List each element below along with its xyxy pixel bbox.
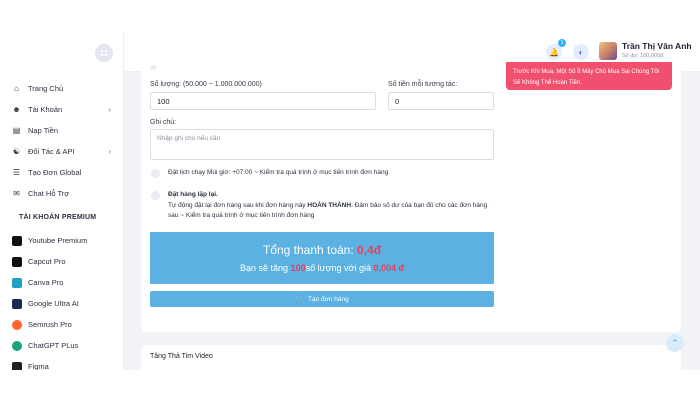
google-ai-icon: [12, 298, 22, 309]
repeat-order-title: Đặt hàng lặp lại.: [168, 191, 218, 198]
refund-warning-notice: Trước Khi Mua, Một Số Ít Máy Chủ Mua Sai…: [506, 62, 672, 90]
sidebar-item-canva-pro[interactable]: Canva Pro: [0, 272, 124, 293]
repeat-order-description: Đặt hàng lặp lại. Tự động đặt lại đơn hà…: [168, 190, 494, 222]
scroll-to-top-icon[interactable]: ⌃: [666, 334, 684, 352]
handshake-icon: ☯: [12, 147, 21, 156]
cart-icon: 🛒: [295, 296, 304, 303]
sidebar-item-topup[interactable]: ▤ Nạp Tiền: [0, 120, 124, 141]
notification-badge: 1: [558, 39, 566, 47]
sidebar-item-label: Trang Chủ: [28, 84, 64, 93]
sidebar-item-global-order[interactable]: ☰ Tạo Đơn Global: [0, 162, 124, 183]
semrush-icon: [12, 319, 22, 330]
user-name[interactable]: Trần Thị Vân Anh: [622, 41, 692, 51]
increase-summary-text: Bạn sẽ tăng 100số lượng với giá 0,004 đ: [240, 263, 404, 273]
price-per-interaction-label: Số tiền mỗi tương tác:: [388, 81, 458, 88]
chatgpt-icon: [12, 340, 22, 351]
sidebar-item-chatgpt-plus[interactable]: ChatGPT PLus: [0, 335, 124, 356]
home-icon: ⌂: [14, 84, 19, 93]
avatar[interactable]: [599, 42, 617, 60]
create-order-button[interactable]: 🛒 Tạo đơn hàng: [150, 291, 494, 307]
radio-top[interactable]: [150, 65, 157, 70]
sidebar-nav: ⌂ Trang Chủ ☻ Tài Khoản › ▤ Nạp Tiền ☯ Đ…: [0, 78, 124, 370]
next-service-card: Tăng Thả Tim Video: [141, 345, 681, 370]
schedule-toggle[interactable]: [151, 169, 160, 178]
figma-icon: [12, 361, 22, 370]
sidebar-item-label: Canva Pro: [28, 278, 64, 287]
sidebar-item-google-ultra-ai[interactable]: Google Ultra AI: [0, 293, 124, 314]
theme-toggle-icon[interactable]: ◐: [573, 44, 589, 60]
chat-icon: ✉: [13, 189, 20, 198]
chevron-right-icon: ›: [108, 105, 111, 114]
premium-section-title: TÀI KHOẢN PREMIUM: [19, 213, 97, 221]
sidebar-item-support-chat[interactable]: ✉ Chat Hỗ Trợ: [0, 183, 124, 204]
repeat-order-toggle[interactable]: [151, 191, 160, 200]
sidebar-item-label: Google Ultra AI: [28, 299, 79, 308]
user-balance: Số dư: 100,000đ: [622, 53, 663, 59]
canva-icon: [12, 277, 22, 288]
youtube-icon: [12, 235, 22, 246]
quantity-label: Số lượng: (50.000 ~ 1.000.000.000): [150, 81, 262, 88]
sidebar-item-semrush-pro[interactable]: Semrush Pro: [0, 314, 124, 335]
total-payment-text: Tổng thanh toán: 0,4đ: [262, 243, 382, 257]
user-icon: ☻: [12, 105, 21, 114]
sidebar-item-label: Semrush Pro: [28, 320, 72, 329]
create-order-label: Tạo đơn hàng: [307, 295, 349, 303]
sidebar-item-capcut-pro[interactable]: Capcut Pro: [0, 251, 124, 272]
note-label: Ghi chú:: [150, 119, 177, 126]
sidebar-item-label: Đối Tác & API: [28, 147, 75, 156]
sidebar-item-home[interactable]: ⌂ Trang Chủ: [0, 78, 124, 99]
payment-summary: Tổng thanh toán: 0,4đ Bạn sẽ tăng 100số …: [150, 232, 494, 284]
sidebar-item-label: Tài Khoản: [28, 105, 63, 114]
sidebar-item-label: Chat Hỗ Trợ: [28, 189, 70, 198]
sidebar-item-label: Capcut Pro: [28, 257, 66, 266]
sidebar-item-label: Youtube Premium: [28, 236, 88, 245]
capcut-icon: [12, 256, 22, 267]
sidebar-item-label: Tạo Đơn Global: [28, 168, 82, 177]
app-frame: 🔔 1 ◐ Trần Thị Vân Anh Số dư: 100,000đ ⌂…: [0, 32, 700, 370]
sidebar: ⌂ Trang Chủ ☻ Tài Khoản › ▤ Nạp Tiền ☯ Đ…: [0, 32, 124, 370]
wallet-icon: ▤: [12, 126, 21, 135]
cart-icon: ☰: [12, 168, 21, 177]
sidebar-item-partner-api[interactable]: ☯ Đối Tác & API ›: [0, 141, 124, 162]
quantity-input[interactable]: 100: [150, 92, 376, 110]
price-per-interaction-input[interactable]: 0: [388, 92, 494, 110]
screen-bottom-margin: [0, 370, 700, 400]
sidebar-item-label: Nạp Tiền: [28, 126, 59, 135]
sidebar-item-label: ChatGPT PLus: [28, 341, 79, 350]
note-textarea[interactable]: Nhập ghi chú nếu cần: [150, 129, 494, 160]
next-service-title: Tăng Thả Tim Video: [150, 353, 213, 360]
repeat-order-detail: Tự động đặt lại đơn hàng sau khi đơn hàn…: [168, 201, 488, 220]
sidebar-item-youtube-premium[interactable]: Youtube Premium: [0, 230, 124, 251]
sidebar-item-figma[interactable]: Figma: [0, 356, 124, 370]
sidebar-item-label: Figma: [28, 362, 49, 370]
menu-toggle-icon[interactable]: [95, 44, 113, 62]
schedule-text: Đặt lịch chạy Múi giờ: +07:00 ~ Kiểm tra…: [168, 169, 389, 176]
chevron-right-icon: ›: [108, 147, 111, 156]
screen-top-margin: [0, 0, 700, 32]
sidebar-item-account[interactable]: ☻ Tài Khoản ›: [0, 99, 124, 120]
